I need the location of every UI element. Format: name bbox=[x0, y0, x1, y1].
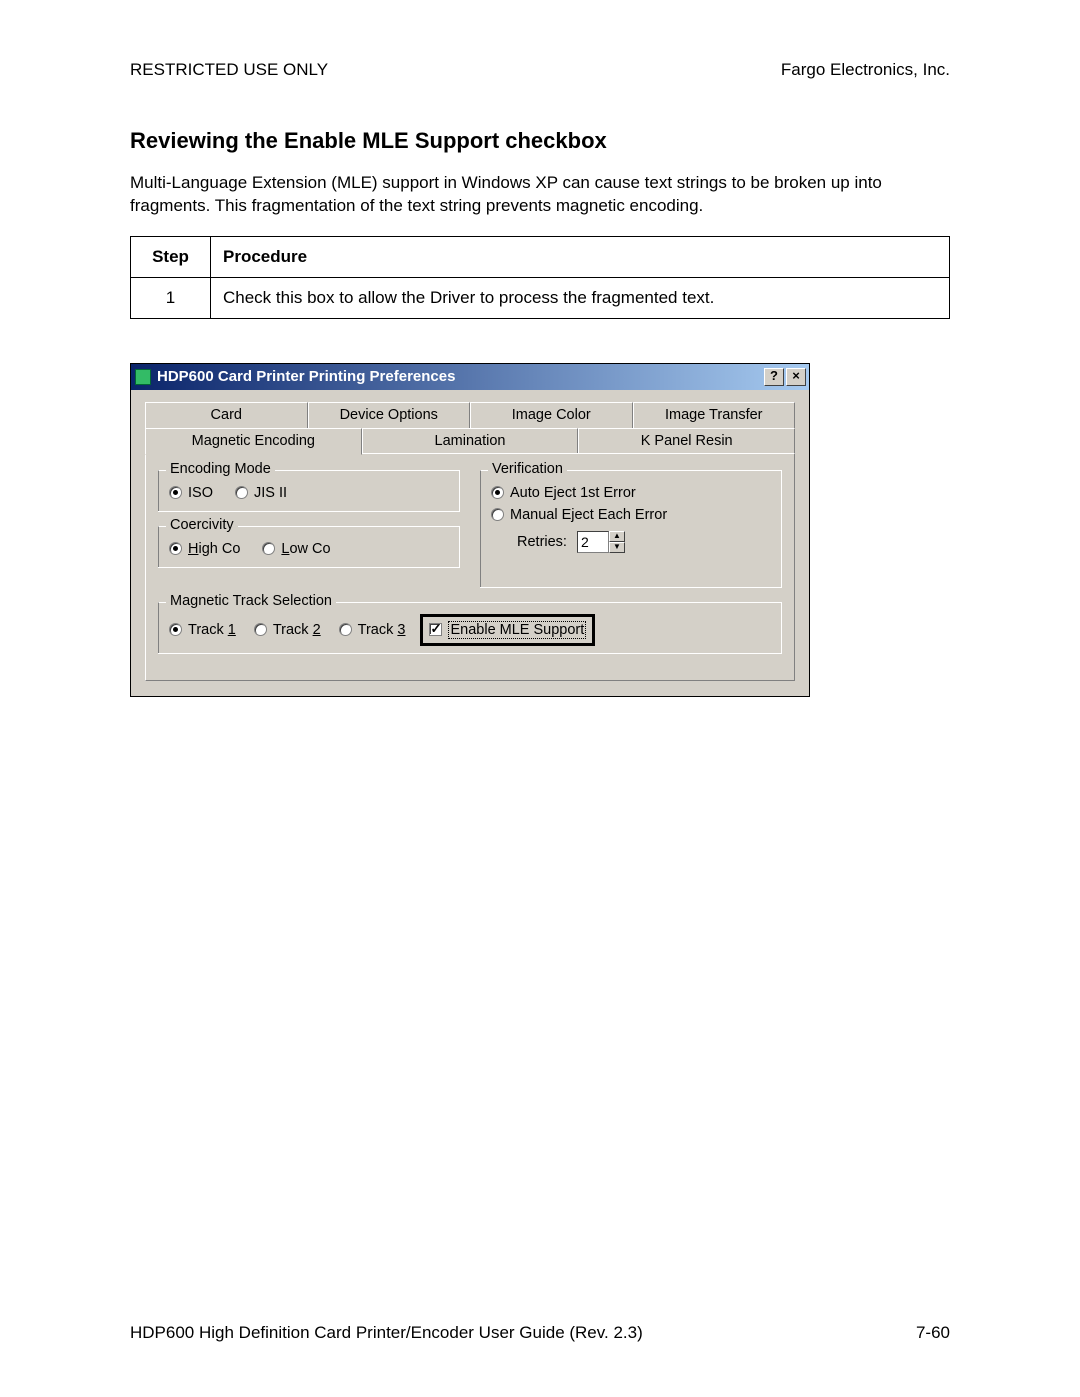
header-left: RESTRICTED USE ONLY bbox=[130, 60, 328, 80]
legend-track-selection: Magnetic Track Selection bbox=[166, 593, 336, 609]
tab-card[interactable]: Card bbox=[145, 402, 308, 428]
radio-dot-icon bbox=[339, 623, 352, 636]
radio-track2[interactable]: Track 2 bbox=[254, 622, 321, 638]
section-title: Reviewing the Enable MLE Support checkbo… bbox=[130, 128, 950, 154]
tab-magnetic-encoding[interactable]: Magnetic Encoding bbox=[145, 428, 362, 455]
retries-input[interactable] bbox=[577, 531, 609, 553]
radio-auto-eject-label: Auto Eject 1st Error bbox=[510, 485, 636, 501]
radio-track2-label: Track 2 bbox=[273, 622, 321, 638]
radio-dot-icon bbox=[169, 623, 182, 636]
th-step: Step bbox=[131, 236, 211, 277]
retries-label: Retries: bbox=[517, 534, 567, 550]
close-button[interactable]: × bbox=[786, 368, 806, 386]
printing-prefs-dialog: HDP600 Card Printer Printing Preferences… bbox=[130, 363, 810, 697]
radio-auto-eject[interactable]: Auto Eject 1st Error bbox=[491, 485, 636, 501]
app-icon bbox=[135, 369, 151, 385]
legend-coercivity: Coercivity bbox=[166, 517, 238, 533]
header-right: Fargo Electronics, Inc. bbox=[781, 60, 950, 80]
radio-dot-icon bbox=[235, 486, 248, 499]
legend-encoding-mode: Encoding Mode bbox=[166, 461, 275, 477]
table-row: 1 Check this box to allow the Driver to … bbox=[131, 277, 950, 318]
radio-high-co[interactable]: High Co bbox=[169, 541, 240, 557]
radio-high-co-label: High Co bbox=[188, 541, 240, 557]
radio-dot-icon bbox=[262, 542, 275, 555]
radio-dot-icon bbox=[169, 486, 182, 499]
steps-table: Step Procedure 1 Check this box to allow… bbox=[130, 236, 950, 319]
dialog-title: HDP600 Card Printer Printing Preferences bbox=[157, 368, 762, 385]
tab-image-color[interactable]: Image Color bbox=[470, 402, 633, 428]
radio-dot-icon bbox=[491, 486, 504, 499]
tab-device-options[interactable]: Device Options bbox=[308, 402, 471, 428]
enable-mle-checkbox[interactable] bbox=[429, 623, 442, 636]
spinner-down-icon[interactable]: ▼ bbox=[609, 542, 625, 553]
enable-mle-label: Enable MLE Support bbox=[448, 621, 586, 639]
radio-iso[interactable]: ISO bbox=[169, 485, 213, 501]
legend-verification: Verification bbox=[488, 461, 567, 477]
radio-low-co-label: Low Co bbox=[281, 541, 330, 557]
tab-page-magnetic-encoding: Encoding Mode ISO JIS II bbox=[145, 453, 795, 681]
cell-step: 1 bbox=[131, 277, 211, 318]
cell-procedure: Check this box to allow the Driver to pr… bbox=[211, 277, 950, 318]
radio-track1[interactable]: Track 1 bbox=[169, 622, 236, 638]
radio-jis[interactable]: JIS II bbox=[235, 485, 287, 501]
radio-track3[interactable]: Track 3 bbox=[339, 622, 406, 638]
radio-low-co[interactable]: Low Co bbox=[262, 541, 330, 557]
radio-track1-label: Track 1 bbox=[188, 622, 236, 638]
group-coercivity: Coercivity High Co Low Co bbox=[158, 526, 460, 568]
th-procedure: Procedure bbox=[211, 236, 950, 277]
tab-image-transfer[interactable]: Image Transfer bbox=[633, 402, 796, 428]
radio-dot-icon bbox=[254, 623, 267, 636]
radio-manual-eject[interactable]: Manual Eject Each Error bbox=[491, 507, 667, 523]
radio-iso-label: ISO bbox=[188, 485, 213, 501]
footer-left: HDP600 High Definition Card Printer/Enco… bbox=[130, 1323, 643, 1343]
spinner-up-icon[interactable]: ▲ bbox=[609, 531, 625, 542]
help-button[interactable]: ? bbox=[764, 368, 784, 386]
titlebar[interactable]: HDP600 Card Printer Printing Preferences… bbox=[131, 364, 809, 390]
radio-track3-label: Track 3 bbox=[358, 622, 406, 638]
radio-jis-label: JIS II bbox=[254, 485, 287, 501]
section-body: Multi-Language Extension (MLE) support i… bbox=[130, 172, 950, 218]
enable-mle-highlight: Enable MLE Support bbox=[423, 617, 592, 643]
group-verification: Verification Auto Eject 1st Error Manual… bbox=[480, 470, 782, 588]
footer-right: 7-60 bbox=[916, 1323, 950, 1343]
tab-k-panel-resin[interactable]: K Panel Resin bbox=[578, 428, 795, 454]
group-track-selection: Magnetic Track Selection Track 1 Track 2 bbox=[158, 602, 782, 654]
radio-dot-icon bbox=[491, 508, 504, 521]
tab-lamination[interactable]: Lamination bbox=[362, 428, 579, 454]
radio-manual-eject-label: Manual Eject Each Error bbox=[510, 507, 667, 523]
group-encoding-mode: Encoding Mode ISO JIS II bbox=[158, 470, 460, 512]
radio-dot-icon bbox=[169, 542, 182, 555]
